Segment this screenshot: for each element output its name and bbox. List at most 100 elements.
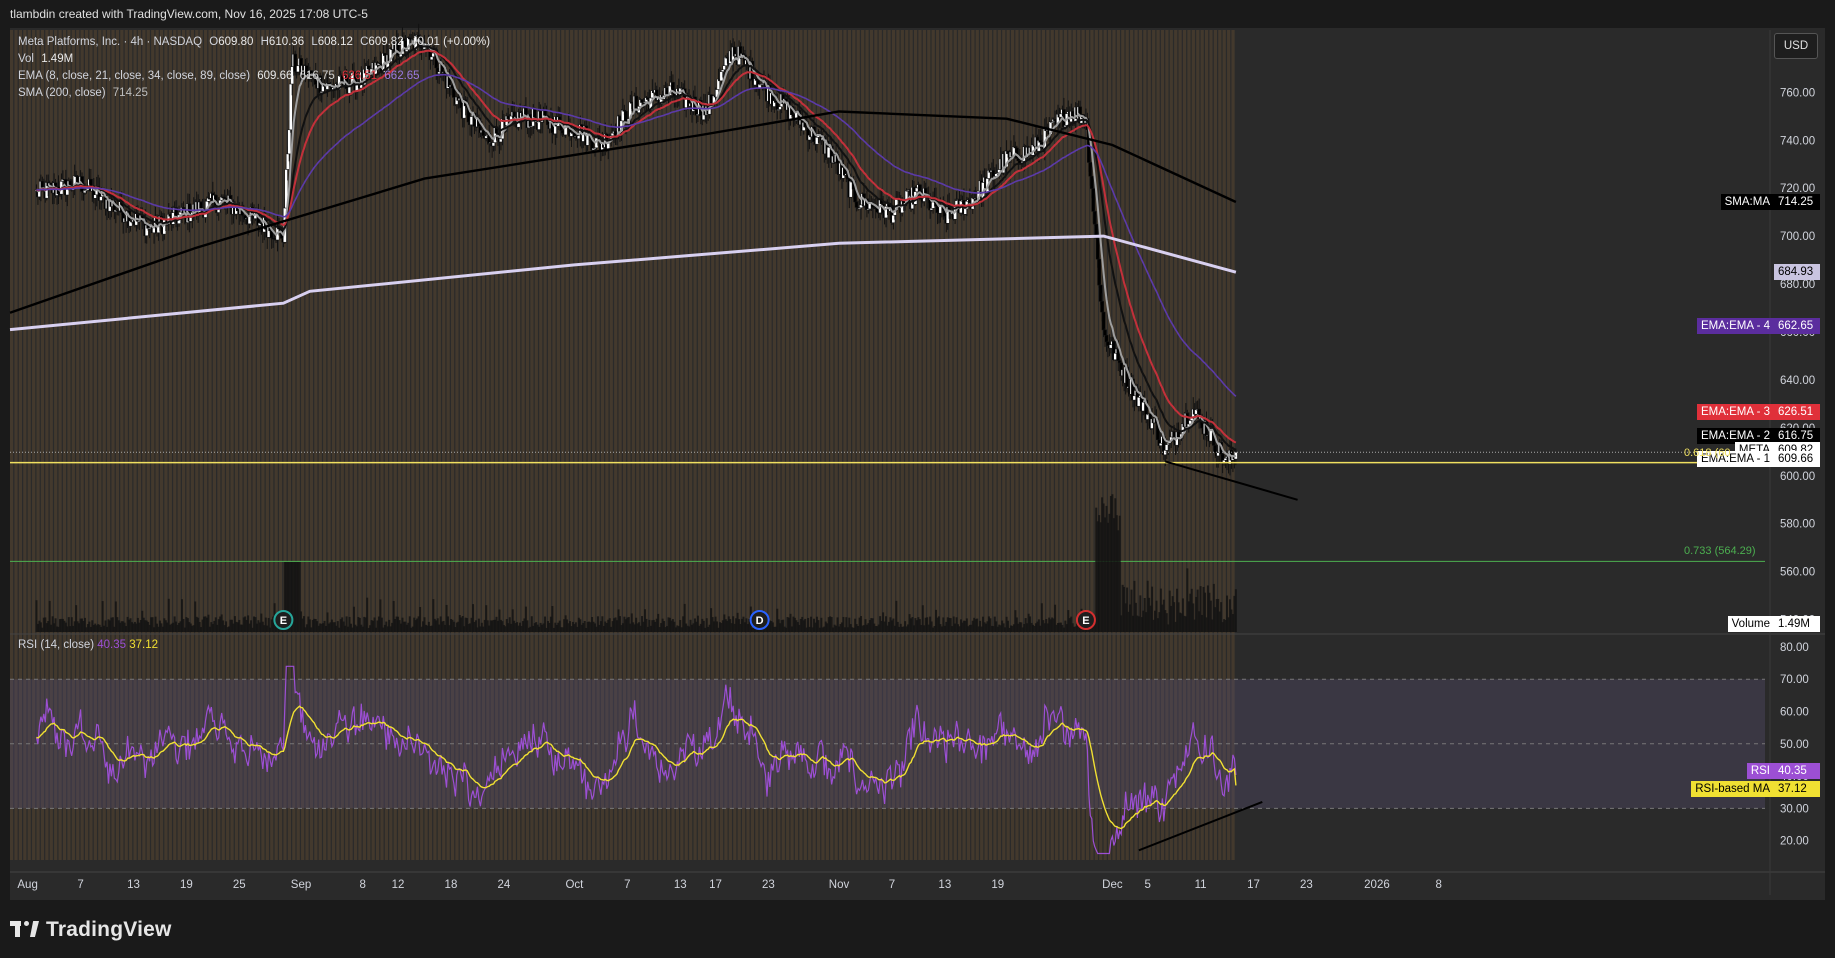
candle-down <box>1100 301 1104 313</box>
rsi-badge-label: RSI-based MA <box>1691 781 1774 798</box>
tradingview-logo-icon <box>10 921 40 937</box>
price-tick-label: 580.00 <box>1780 519 1815 531</box>
legend-sma-label: SMA (200, close) <box>18 87 106 99</box>
time-tick-label: Aug <box>17 879 37 891</box>
price-badge-value: 626.51 <box>1774 404 1820 421</box>
candle-down <box>1101 311 1106 331</box>
time-tick-label: 18 <box>445 879 458 891</box>
legend-ema-label: EMA (8, close, 21, close, 34, close, 89,… <box>18 70 251 82</box>
volume-badge-label: Volume <box>1727 616 1774 632</box>
price-tick-label: 640.00 <box>1780 375 1815 387</box>
legend-ema-4: 662.65 <box>384 70 420 82</box>
event-marker: E <box>273 610 294 630</box>
candle-down <box>1097 258 1102 286</box>
legend-low: 608.12 <box>317 36 353 48</box>
legend-sma-value: 714.25 <box>112 87 148 99</box>
rsi-legend[interactable]: RSI (14, close) 40.35 37.12 <box>18 639 158 651</box>
legend-open: 609.80 <box>218 36 254 48</box>
event-marker-label: E <box>1082 615 1089 627</box>
time-tick-label: 13 <box>674 879 687 891</box>
time-tick-label: 17 <box>1247 879 1260 891</box>
time-tick-label: Sep <box>291 879 311 891</box>
legend-low-label: L <box>311 36 318 48</box>
time-tick-label: 25 <box>233 879 246 891</box>
time-tick-label: 12 <box>392 879 405 891</box>
price-badge-value: 662.65 <box>1774 317 1820 334</box>
time-tick-label: 19 <box>180 879 193 891</box>
time-tick-label: 7 <box>77 879 83 891</box>
time-tick-label: 5 <box>1144 879 1150 891</box>
candle-down <box>1091 188 1096 212</box>
volume-bar <box>1234 589 1237 632</box>
time-tick-label: 24 <box>497 879 510 891</box>
time-tick-label: 23 <box>762 879 775 891</box>
rsi-legend-value: 40.35 <box>97 639 127 651</box>
price-badge-value: 616.75 <box>1774 427 1820 444</box>
time-tick-label: Nov <box>829 879 850 891</box>
rsi-legend-label: RSI (14, close) <box>18 639 95 651</box>
time-tick-label: 8 <box>360 879 366 891</box>
rsi-legend-ma: 37.12 <box>129 639 159 651</box>
time-tick-label: 11 <box>1195 879 1207 891</box>
volume-bar <box>1118 515 1121 632</box>
time-tick-label: 17 <box>709 879 722 891</box>
legend-symbol-row[interactable]: Meta Platforms, Inc. · 4h · NASDAQ O609.… <box>18 34 494 51</box>
time-tick-label: Dec <box>1102 879 1123 891</box>
event-marker-label: D <box>756 615 764 627</box>
candle-up <box>287 129 292 155</box>
legend-close: 609.82 <box>368 36 404 48</box>
price-badge-label: SMA:MA <box>1720 193 1774 210</box>
price-tick-label: 680.00 <box>1780 279 1815 291</box>
price-tick-label: 760.00 <box>1780 87 1815 99</box>
legend-ema-1: 609.66 <box>257 70 293 82</box>
time-tick-label: 23 <box>1300 879 1313 891</box>
time-tick-label: Oct <box>565 879 584 891</box>
time-tick-label: 2026 <box>1364 879 1390 891</box>
price-chart[interactable]: 760.00740.00720.00700.00680.00660.00640.… <box>0 0 1835 958</box>
fib-618-label: 0.618 (60 <box>1684 446 1731 459</box>
candle-down <box>1089 175 1094 189</box>
legend-symbol[interactable]: Meta Platforms, Inc. · 4h · NASDAQ <box>18 36 202 48</box>
volume-badge-value: 1.49M <box>1774 616 1820 632</box>
currency-button[interactable]: USD <box>1774 33 1818 59</box>
tradingview-brand: TradingView <box>46 918 172 941</box>
rsi-tick-label: 60.00 <box>1780 706 1809 718</box>
rsi-tick-label: 50.00 <box>1780 739 1809 751</box>
legend-ema-2: 616.75 <box>299 70 335 82</box>
legend-high: 610.36 <box>268 36 305 48</box>
time-tick-label: 13 <box>938 879 951 891</box>
rsi-tick-label: 80.00 <box>1780 642 1809 654</box>
time-tick-label: 7 <box>889 879 895 891</box>
candle-down <box>1095 237 1100 260</box>
legend-open-label: O <box>209 36 219 48</box>
legend-vol-label: Vol <box>18 53 34 65</box>
legend-ema-3: 626.51 <box>342 70 378 82</box>
legend-ema-row[interactable]: EMA (8, close, 21, close, 34, close, 89,… <box>18 68 494 85</box>
rsi-tick-label: 30.00 <box>1780 803 1809 815</box>
price-tick-label: 600.00 <box>1780 471 1815 483</box>
rsi-tick-label: 70.00 <box>1780 674 1809 686</box>
price-badge-label: EMA:EMA - 4 <box>1696 317 1774 334</box>
legend-volume-row[interactable]: Vol 1.49M <box>18 51 494 68</box>
fib-733-label: 0.733 (564.29) <box>1684 545 1756 558</box>
legend-vol-value: 1.49M <box>41 53 74 65</box>
time-tick-label: 8 <box>1435 879 1441 891</box>
price-badge-value: 684.93 <box>1774 264 1820 281</box>
rsi-badge-label: RSI <box>1746 762 1774 779</box>
legend-change: +0.01 (+0.00%) <box>410 36 491 48</box>
legend-sma-row[interactable]: SMA (200, close) 714.25 <box>18 85 494 102</box>
time-tick-label: 19 <box>991 879 1004 891</box>
tradingview-logo[interactable]: TradingView <box>10 918 172 942</box>
event-marker: E <box>1075 610 1096 630</box>
time-tick-label: 13 <box>127 879 140 891</box>
time-tick-label: 7 <box>624 879 630 891</box>
event-marker: D <box>749 610 770 630</box>
price-badge-value: 714.25 <box>1774 193 1820 210</box>
price-tick-label: 700.00 <box>1780 231 1815 243</box>
price-badge-value: 609.66 <box>1774 450 1820 467</box>
price-badge-label: EMA:EMA - 3 <box>1696 404 1774 421</box>
event-marker-label: E <box>280 615 287 627</box>
volume-bar <box>366 597 369 632</box>
rsi-badge-value: 37.12 <box>1774 781 1820 798</box>
rsi-badge-value: 40.35 <box>1774 762 1820 779</box>
